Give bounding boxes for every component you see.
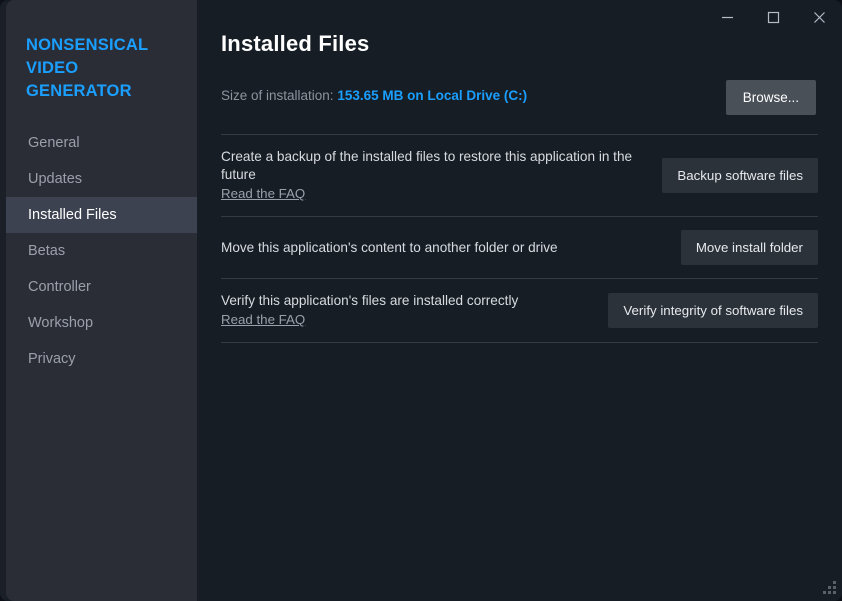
close-icon[interactable] — [796, 1, 842, 33]
sidebar-item-privacy[interactable]: Privacy — [6, 341, 197, 377]
minimize-icon[interactable] — [704, 1, 750, 33]
browse-button[interactable]: Browse... — [725, 80, 816, 115]
sidebar-item-betas[interactable]: Betas — [6, 233, 197, 269]
settings-rows: Create a backup of the installed files t… — [221, 134, 818, 343]
move-row-text: Move this application's content to anoth… — [221, 239, 558, 257]
sidebar-item-label: Workshop — [28, 315, 94, 331]
sidebar-item-label: Betas — [28, 243, 66, 259]
page-title: Installed Files — [221, 31, 370, 56]
sidebar-item-controller[interactable]: Controller — [6, 269, 197, 305]
resize-grip-icon[interactable] — [822, 581, 836, 595]
sidebar-item-label: General — [28, 135, 80, 151]
maximize-icon[interactable] — [750, 1, 796, 33]
main-content: Installed Files Size of installation: 15… — [197, 0, 842, 601]
window-left-edge — [0, 0, 6, 601]
verify-integrity-button[interactable]: Verify integrity of software files — [608, 293, 818, 328]
backup-row: Create a backup of the installed files t… — [221, 135, 818, 216]
install-size-value: 153.65 MB on Local Drive (C:) — [337, 88, 528, 103]
row-divider — [221, 342, 818, 343]
install-size-label: Size of installation: — [221, 88, 334, 103]
move-row: Move this application's content to anoth… — [221, 217, 818, 278]
verify-row-text: Verify this application's files are inst… — [221, 292, 518, 329]
sidebar-item-label: Controller — [28, 279, 91, 295]
sidebar-item-workshop[interactable]: Workshop — [6, 305, 197, 341]
sidebar-nav: General Updates Installed Files Betas Co… — [0, 125, 197, 377]
brand-line-2: VIDEO — [26, 59, 79, 77]
app-brand-title: NONSENSICAL VIDEO GENERATOR — [6, 34, 197, 103]
move-install-folder-button[interactable]: Move install folder — [680, 230, 818, 265]
sidebar-item-updates[interactable]: Updates — [6, 161, 197, 197]
sidebar-item-installed-files[interactable]: Installed Files — [0, 197, 197, 233]
install-size-row: Size of installation: 153.65 MB on Local… — [221, 88, 527, 103]
backup-row-faq-link[interactable]: Read the FAQ — [221, 186, 305, 201]
backup-software-files-button[interactable]: Backup software files — [662, 158, 818, 193]
sidebar-item-label: Installed Files — [28, 207, 117, 223]
sidebar-item-label: Privacy — [28, 351, 76, 367]
application-window: NONSENSICAL VIDEO GENERATOR General Upda… — [0, 0, 842, 601]
verify-row-description: Verify this application's files are inst… — [221, 293, 519, 308]
backup-row-description: Create a backup of the installed files t… — [221, 149, 633, 182]
move-row-description: Move this application's content to anoth… — [221, 239, 558, 255]
sidebar-item-general[interactable]: General — [6, 125, 197, 161]
window-titlebar — [704, 0, 842, 34]
sidebar-item-label: Updates — [28, 171, 83, 187]
verify-row: Verify this application's files are inst… — [221, 279, 818, 342]
sidebar: NONSENSICAL VIDEO GENERATOR General Upda… — [0, 0, 197, 601]
brand-line-3: GENERATOR — [26, 82, 132, 100]
brand-line-1: NONSENSICAL — [26, 36, 149, 54]
verify-row-faq-link[interactable]: Read the FAQ — [221, 312, 305, 327]
backup-row-text: Create a backup of the installed files t… — [221, 148, 646, 203]
